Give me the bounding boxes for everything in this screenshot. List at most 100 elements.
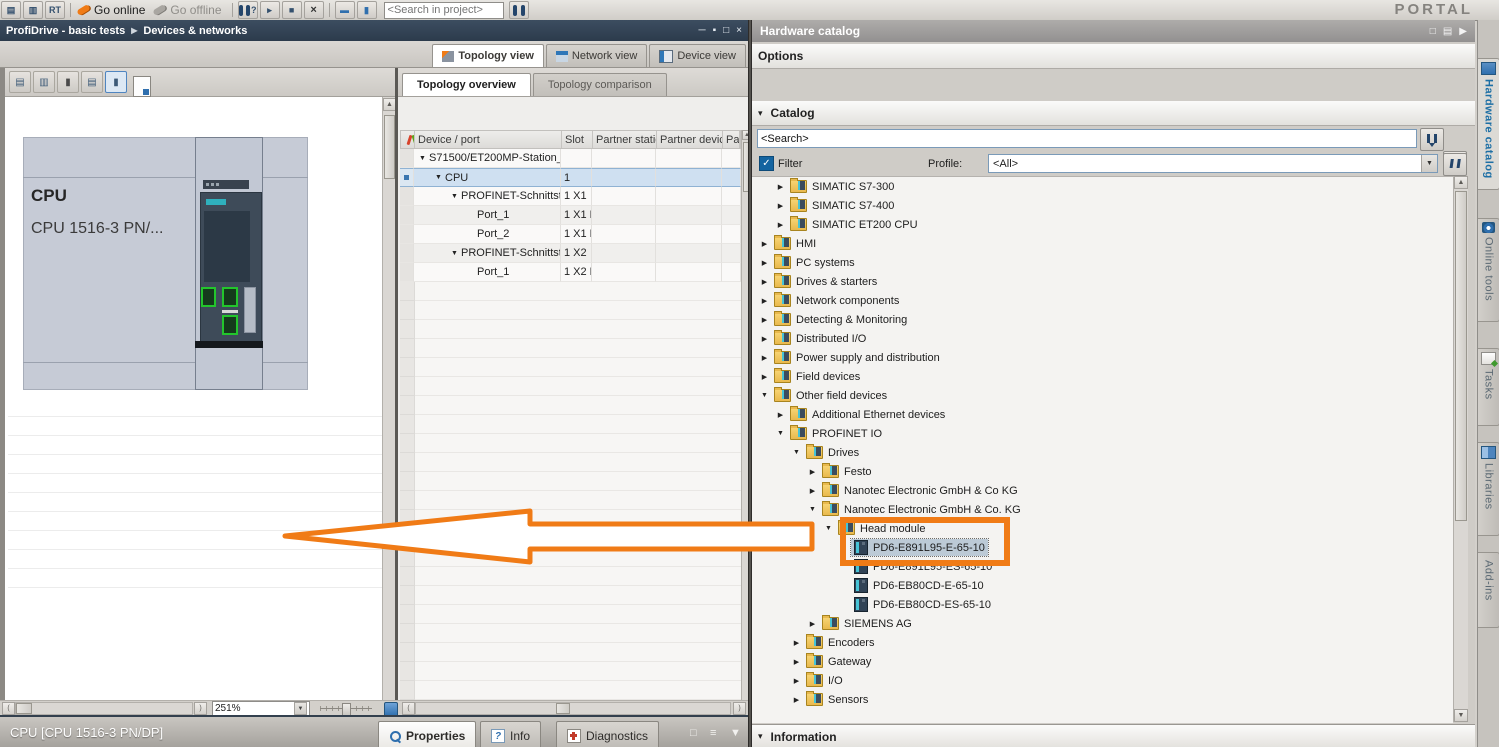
- side-tab[interactable]: Online tools: [1478, 218, 1499, 322]
- breadcrumb[interactable]: ProfiDrive - basic tests: [6, 25, 125, 37]
- scroll-right-icon[interactable]: ): [733, 702, 746, 715]
- column-header[interactable]: Partner station: [593, 131, 657, 148]
- catalog-tree-item[interactable]: ▼ Head module: [752, 519, 1453, 538]
- project-search-icon[interactable]: [509, 1, 529, 19]
- search-down-button[interactable]: [1420, 128, 1444, 151]
- expand-icon[interactable]: ▼: [822, 525, 835, 532]
- stop-cpu-icon[interactable]: ■: [282, 1, 302, 19]
- expand-icon[interactable]: ▶: [774, 221, 787, 229]
- expand-icon[interactable]: ▶: [758, 240, 771, 248]
- profile-select[interactable]: <All> ▼: [988, 154, 1438, 173]
- expand-icon[interactable]: ▼: [806, 506, 819, 513]
- column-header[interactable]: Slot: [562, 131, 593, 148]
- tab-topology-view[interactable]: Topology view: [432, 44, 544, 67]
- catalog-tree-item[interactable]: ▶ HMI: [752, 234, 1453, 253]
- station-rail[interactable]: [23, 137, 308, 390]
- catalog-tree-item[interactable]: ▶ PC systems: [752, 253, 1453, 272]
- expand-icon[interactable]: ▶: [806, 468, 819, 476]
- expand-icon[interactable]: ▶: [758, 373, 771, 381]
- portal-label[interactable]: PORTAL: [1394, 1, 1473, 18]
- catalog-tree-item[interactable]: ▶ Gateway: [752, 652, 1453, 671]
- tab-properties[interactable]: Properties: [378, 721, 476, 747]
- catalog-tree-item[interactable]: ▶ Power supply and distribution: [752, 348, 1453, 367]
- catalog-tree-item[interactable]: ▶ Sensors: [752, 690, 1453, 709]
- go-offline-icon[interactable]: [153, 4, 167, 16]
- close-icon[interactable]: ×: [736, 25, 742, 36]
- zoom-slider[interactable]: [320, 706, 372, 711]
- catalog-search-input[interactable]: [757, 129, 1417, 148]
- scroll-up-icon[interactable]: ▲: [1454, 176, 1468, 189]
- expand-icon[interactable]: ▼: [448, 250, 461, 257]
- catalog-tree-item[interactable]: PD6-E891L95-ES-65-10: [752, 557, 1453, 576]
- collapse-right-icon[interactable]: ▶: [1459, 26, 1467, 37]
- table-row[interactable]: Port_1 1 X2 P1: [400, 263, 741, 282]
- dropdown-icon[interactable]: ▼: [294, 702, 307, 715]
- catalog-tree-item[interactable]: ▶ Network components: [752, 291, 1453, 310]
- scroll-left-icon[interactable]: (: [402, 702, 415, 715]
- expand-icon[interactable]: ▼: [790, 449, 803, 456]
- expand-icon[interactable]: ▶: [790, 639, 803, 647]
- side-tab[interactable]: Add-ins: [1478, 552, 1499, 628]
- table-vertical-scrollbar[interactable]: ▲: [741, 130, 748, 700]
- table-row[interactable]: ▼PROFINET-Schnittstelle_1 1 X1: [400, 187, 741, 206]
- filter-view-icon[interactable]: ▮: [57, 71, 79, 93]
- scroll-left-icon[interactable]: (: [2, 702, 15, 715]
- start-runtime-icon[interactable]: RT: [45, 1, 65, 19]
- catalog-tree-item[interactable]: ▶ SIMATIC S7-400: [752, 196, 1453, 215]
- table-row[interactable]: Port_2 1 X1 P2: [400, 225, 741, 244]
- expand-icon[interactable]: ▶: [758, 297, 771, 305]
- catalog-tree-item[interactable]: ▶ SIMATIC S7-300: [752, 177, 1453, 196]
- expand-icon[interactable]: ▼: [416, 155, 429, 162]
- expand-icon[interactable]: ▶: [774, 202, 787, 210]
- scroll-up-icon[interactable]: ▲: [383, 98, 395, 111]
- expand-icon[interactable]: ▶: [758, 354, 771, 362]
- scroll-right-icon[interactable]: ): [194, 702, 207, 715]
- tab-diagnostics[interactable]: Diagnostics: [556, 721, 659, 747]
- scroll-down-icon[interactable]: ▼: [1454, 709, 1468, 722]
- minimize-icon[interactable]: ─: [698, 25, 705, 36]
- filter-checkbox[interactable]: ✓: [759, 156, 774, 171]
- column-header[interactable]: Partner device: [657, 131, 723, 148]
- catalog-section-header[interactable]: ▾ Catalog: [752, 101, 1475, 126]
- side-tab[interactable]: Libraries: [1478, 442, 1499, 536]
- expand-icon[interactable]: ▼: [758, 392, 771, 399]
- expand-icon[interactable]: ▶: [758, 259, 771, 267]
- archive-project-icon[interactable]: ▤: [1, 1, 21, 19]
- tab-device-view[interactable]: Device view: [649, 44, 746, 67]
- collapse-panel-icon[interactable]: ▼: [730, 727, 741, 739]
- scrollbar-thumb[interactable]: [384, 115, 395, 179]
- maximize-icon[interactable]: □: [723, 25, 729, 36]
- split-vertical-icon[interactable]: ▮: [357, 1, 377, 19]
- accessible-devices-icon[interactable]: ?: [238, 1, 258, 19]
- topology-canvas[interactable]: ▤ ▥ ▮ ▤ ▮ ± CPU CPU 1516-3 PN/... ▲: [0, 68, 395, 700]
- expand-icon[interactable]: ▶: [758, 335, 771, 343]
- collapse-icon[interactable]: ▾: [758, 731, 763, 742]
- float-panel-icon[interactable]: □: [1430, 26, 1436, 37]
- catalog-tree-item[interactable]: ▶ Nanotec Electronic GmbH & Co KG: [752, 481, 1453, 500]
- catalog-tree-item[interactable]: ▶ Detecting & Monitoring: [752, 310, 1453, 329]
- expand-icon[interactable]: ▶: [806, 487, 819, 495]
- device-icon[interactable]: ▥: [23, 1, 43, 19]
- catalog-tree-item[interactable]: ▶ Festo: [752, 462, 1453, 481]
- catalog-tree-item[interactable]: ▶ Encoders: [752, 633, 1453, 652]
- information-section-header[interactable]: ▾ Information: [752, 724, 1475, 747]
- side-tab[interactable]: Tasks: [1478, 348, 1499, 426]
- column-header[interactable]: Part...: [723, 131, 740, 148]
- catalog-tree-item[interactable]: PD6-EB80CD-E-65-10: [752, 576, 1453, 595]
- canvas-vertical-scrollbar[interactable]: ▲: [382, 97, 395, 700]
- catalog-tree-item[interactable]: ▶ Additional Ethernet devices: [752, 405, 1453, 424]
- expand-icon[interactable]: ▶: [790, 696, 803, 704]
- catalog-tree-item[interactable]: ▼ Other field devices: [752, 386, 1453, 405]
- options-section-header[interactable]: Options: [752, 44, 1475, 69]
- catalog-tree-item[interactable]: ▶ Distributed I/O: [752, 329, 1453, 348]
- table-horizontal-scrollbar[interactable]: [415, 702, 731, 715]
- tab-topology-overview[interactable]: Topology overview: [402, 73, 531, 96]
- zoom-level-select[interactable]: 251% ▼: [212, 701, 310, 716]
- page-layout-icon[interactable]: ▮: [105, 71, 127, 93]
- catalog-tree-item[interactable]: ▼ PROFINET IO: [752, 424, 1453, 443]
- table-row[interactable]: ▼CPU 1: [400, 168, 741, 187]
- go-online-button[interactable]: Go online: [94, 3, 145, 17]
- catalog-tree-item[interactable]: ▼ Drives: [752, 443, 1453, 462]
- expand-icon[interactable]: ▼: [448, 193, 461, 200]
- catalog-tree-item[interactable]: ▶ SIMATIC ET200 CPU: [752, 215, 1453, 234]
